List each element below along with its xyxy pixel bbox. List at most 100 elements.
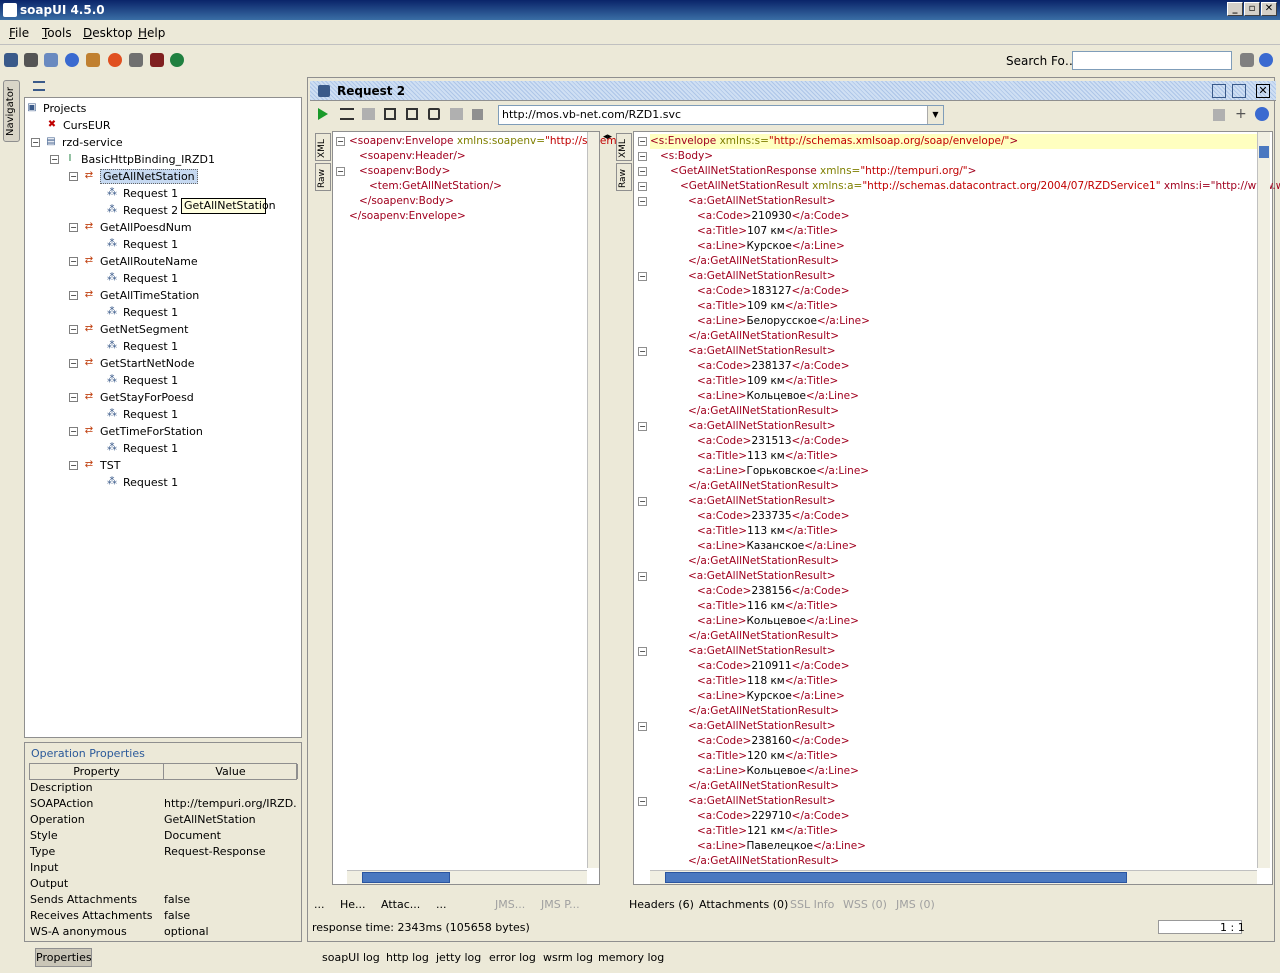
collapse-all-icon[interactable]	[33, 81, 45, 91]
format-icon[interactable]	[450, 108, 463, 120]
create-testcase-icon[interactable]	[384, 108, 396, 120]
log-tab[interactable]: http log	[386, 951, 429, 964]
close-button[interactable]: ✕	[1261, 2, 1277, 16]
menu-file[interactable]: File	[9, 26, 29, 40]
response-hscroll[interactable]	[650, 870, 1257, 884]
fold-toggle-icon[interactable]: −	[638, 167, 647, 176]
property-row[interactable]: Style Document	[29, 828, 297, 844]
request-hscroll[interactable]	[347, 870, 587, 884]
tree-node[interactable]: ⁂ Request 1	[105, 304, 178, 320]
tree-node[interactable]: ⁂ Request 1	[105, 270, 178, 286]
clear-icon[interactable]	[1213, 109, 1225, 121]
minimize-editor-icon[interactable]	[1232, 84, 1246, 98]
fold-toggle-icon[interactable]: −	[638, 422, 647, 431]
tree-node[interactable]: ⁂ Request 1	[105, 185, 178, 201]
import-project-icon[interactable]	[24, 53, 38, 67]
collapse-toggle-icon[interactable]: −	[31, 137, 40, 147]
request-raw-tab[interactable]: Raw	[315, 163, 331, 191]
fold-toggle-icon[interactable]: −	[638, 497, 647, 506]
tree-node[interactable]: − ⇄ GetTimeForStation	[69, 423, 203, 439]
fold-toggle-icon[interactable]: −	[336, 167, 345, 176]
tree-node[interactable]: − ▤ rzd-service	[31, 134, 123, 150]
request-editor[interactable]: <soapenv:Envelope xmlns:soapenv="http://…	[332, 131, 617, 885]
help-icon[interactable]	[65, 53, 79, 67]
request-xml-tab[interactable]: XML	[315, 133, 331, 161]
response-raw-tab[interactable]: Raw	[616, 163, 632, 191]
log-tab[interactable]: error log	[489, 951, 536, 964]
collapse-toggle-icon[interactable]: −	[69, 460, 78, 470]
submit-request-icon[interactable]	[318, 108, 328, 120]
response-hscroll-thumb[interactable]	[665, 872, 1127, 883]
request-vscroll[interactable]	[587, 132, 599, 868]
response-xml-tab[interactable]: XML	[616, 133, 632, 161]
fold-toggle-icon[interactable]: −	[638, 797, 647, 806]
collapse-toggle-icon[interactable]: −	[69, 426, 78, 436]
splitter-arrows-icon[interactable]: ◂▸	[603, 132, 612, 152]
stop-request-icon[interactable]	[472, 109, 483, 120]
online-help-icon[interactable]	[1259, 53, 1273, 67]
menu-help[interactable]: Help	[138, 26, 165, 40]
response-tab[interactable]: SSL Info	[790, 898, 834, 911]
tree-node[interactable]: ▣ Projects	[25, 100, 86, 116]
navigator-tab[interactable]: Navigator	[3, 80, 20, 142]
property-row[interactable]: Output	[29, 876, 297, 892]
fold-toggle-icon[interactable]: −	[638, 272, 647, 281]
tree-node[interactable]: − ⇄ GetStartNetNode	[69, 355, 195, 371]
fold-toggle-icon[interactable]: −	[638, 722, 647, 731]
tree-node[interactable]: ⁂ Request 1	[105, 236, 178, 252]
properties-button[interactable]: Properties	[35, 948, 92, 967]
collapse-toggle-icon[interactable]: −	[69, 171, 78, 181]
save-all-icon[interactable]	[44, 53, 58, 67]
menu-desktop[interactable]: Desktop	[83, 26, 133, 40]
minimize-button[interactable]: _	[1227, 2, 1243, 16]
fold-toggle-icon[interactable]: −	[638, 182, 647, 191]
property-row[interactable]: Sends Attachments false	[29, 892, 297, 908]
chevron-down-icon[interactable]: ▼	[927, 106, 943, 124]
property-row[interactable]: Description	[29, 780, 297, 796]
tree-node[interactable]: ⁂ Request 1	[105, 372, 178, 388]
collapse-toggle-icon[interactable]: −	[69, 290, 78, 300]
maximize-button[interactable]: ▫	[1244, 2, 1260, 16]
trial-icon[interactable]	[108, 53, 122, 67]
new-project-icon[interactable]	[4, 53, 18, 67]
undock-icon[interactable]	[1212, 84, 1226, 98]
collapse-toggle-icon[interactable]: −	[69, 256, 78, 266]
log-tab[interactable]: jetty log	[436, 951, 481, 964]
request-hscroll-thumb[interactable]	[362, 872, 450, 883]
response-vscroll[interactable]	[1257, 132, 1270, 868]
fold-toggle-icon[interactable]: −	[638, 152, 647, 161]
response-tab[interactable]: JMS (0)	[896, 898, 935, 911]
tree-node[interactable]: − ⇄ GetAllPoesdNum	[69, 219, 192, 235]
request-tab[interactable]: ...	[436, 898, 447, 911]
response-tab[interactable]: WSS (0)	[843, 898, 887, 911]
response-vscroll-thumb[interactable]	[1259, 146, 1269, 158]
proxy-icon[interactable]	[150, 53, 164, 67]
request-tab[interactable]: He...	[340, 898, 366, 911]
response-tab[interactable]: Attachments (0)	[699, 898, 788, 911]
tree-node[interactable]: − ⇄ GetAllTimeStation	[69, 287, 199, 303]
request-tab[interactable]: JMS...	[495, 898, 525, 911]
collapse-toggle-icon[interactable]: −	[69, 392, 78, 402]
tree-node[interactable]: ⁂ Request 1	[105, 474, 178, 490]
response-editor[interactable]: <s:Envelope xmlns:s="http://schemas.xmls…	[633, 131, 1280, 885]
value-column-header[interactable]: Value	[164, 764, 298, 779]
fold-toggle-icon[interactable]: −	[638, 197, 647, 206]
collapse-toggle-icon[interactable]: −	[69, 324, 78, 334]
tree-node[interactable]: − ⇄ TST	[69, 457, 120, 473]
tree-node[interactable]: ✖ CursEUR	[45, 117, 111, 133]
property-row[interactable]: Operation GetAllNetStation	[29, 812, 297, 828]
endpoint-select[interactable]: http://mos.vb-net.com/RZD1.svc ▼	[498, 105, 944, 125]
search-input[interactable]	[1072, 51, 1232, 70]
property-row[interactable]: Type Request-Response	[29, 844, 297, 860]
collapse-toggle-icon[interactable]: −	[69, 358, 78, 368]
tree-node[interactable]: ⁂ Request 1	[105, 338, 178, 354]
tree-node[interactable]: − Ⅰ BasicHttpBinding_IRZD1	[50, 151, 215, 167]
add-icon[interactable]: +	[1235, 107, 1247, 121]
tabs-view-icon[interactable]	[428, 108, 440, 120]
fold-toggle-icon[interactable]: −	[336, 137, 345, 146]
collapse-toggle-icon[interactable]: −	[50, 154, 59, 164]
add-assertion-icon[interactable]	[340, 108, 354, 120]
help-request-icon[interactable]	[1255, 107, 1269, 121]
close-editor-icon[interactable]: ✕	[1256, 84, 1270, 98]
log-tab[interactable]: wsrm log	[543, 951, 593, 964]
